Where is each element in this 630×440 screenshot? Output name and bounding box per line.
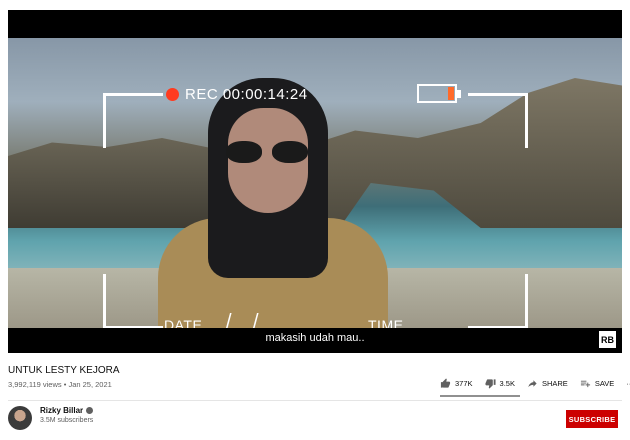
date-label: DATE: [164, 317, 203, 328]
thumbs-up-icon: [440, 378, 451, 388]
divider: [8, 400, 622, 401]
viewfinder-corner-top-left: [103, 93, 163, 148]
like-count: 377K: [455, 379, 473, 388]
viewfinder-corner-bottom-left: [103, 274, 163, 328]
thumbs-down-icon: [484, 379, 496, 389]
rec-timecode: REC 00:00:14:24: [185, 86, 308, 103]
channel-watermark-logo: RB: [598, 330, 617, 349]
channel-text: Rizky Billar 3.5M subscribers: [40, 406, 93, 424]
viewfinder-corner-bottom-right: [468, 274, 528, 328]
video-player[interactable]: REC 00:00:14:24 DATE / / TIME makasih ud…: [8, 10, 622, 353]
channel-name-row[interactable]: Rizky Billar: [40, 406, 94, 415]
more-icon: ···: [626, 379, 630, 388]
action-bar: 377K 3.5K SHARE SAVE ···: [440, 378, 630, 389]
verified-icon: [86, 407, 94, 414]
channel-name[interactable]: Rizky Billar: [40, 406, 83, 415]
rec-indicator: REC 00:00:14:24: [166, 86, 308, 103]
time-label: TIME: [368, 317, 404, 328]
rec-dot-icon: [166, 88, 179, 101]
share-icon: [528, 380, 537, 388]
sunglasses: [226, 141, 310, 163]
like-button[interactable]: 377K: [440, 378, 473, 389]
playlist-add-icon: [580, 380, 590, 388]
share-label: SHARE: [541, 379, 568, 388]
like-ratio-bar: [440, 395, 520, 397]
subscriber-count: 3.5M subscribers: [40, 417, 94, 424]
channel-info: Rizky Billar 3.5M subscribers: [8, 406, 93, 430]
battery-level: [448, 87, 454, 100]
video-meta: 3,992,119 views • Jan 25, 2021: [8, 380, 112, 389]
more-actions-button[interactable]: ···: [626, 379, 630, 388]
date-slash: /: [253, 311, 259, 328]
video-frame[interactable]: REC 00:00:14:24 DATE / / TIME: [8, 38, 622, 328]
caption-text: makasih udah mau..: [265, 332, 365, 344]
person: [158, 78, 388, 328]
video-title: UNTUK LESTY KEJORA: [8, 365, 120, 376]
dislike-button[interactable]: 3.5K: [484, 378, 515, 389]
save-label: SAVE: [594, 379, 615, 388]
share-button[interactable]: SHARE: [527, 378, 568, 389]
dislike-count: 3.5K: [499, 379, 515, 388]
save-button[interactable]: SAVE: [580, 378, 614, 389]
channel-avatar[interactable]: [8, 406, 32, 430]
date-slash: /: [226, 311, 232, 328]
subscribe-button[interactable]: SUBSCRIBE: [566, 410, 618, 428]
battery-icon: [417, 84, 461, 103]
viewfinder-corner-top-right: [468, 93, 528, 148]
